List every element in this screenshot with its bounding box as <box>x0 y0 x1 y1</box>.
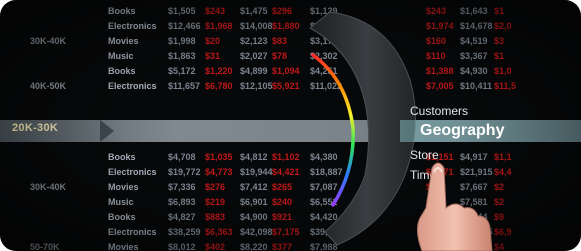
value-cell: $1,505 <box>168 6 196 16</box>
value-cell: $402 <box>205 242 226 251</box>
value-cell: $20 <box>205 36 221 46</box>
pointing-finger-icon <box>390 150 510 251</box>
income-range-label: 30K-40K <box>30 36 67 46</box>
income-range-label: 40K-50K <box>30 81 67 91</box>
category-cell: Electronics <box>108 81 157 91</box>
category-cell: Movies <box>108 242 139 251</box>
income-range-label: 50-70K <box>30 242 60 251</box>
value-cell: $1,863 <box>168 51 196 61</box>
value-cell: $1,035 <box>205 152 233 162</box>
value-cell: $1 <box>494 6 505 16</box>
category-cell: Books <box>108 212 136 222</box>
category-cell: Electronics <box>108 21 157 31</box>
value-cell: $276 <box>205 182 226 192</box>
category-cell: Movies <box>108 182 139 192</box>
value-cell: $4,773 <box>205 167 233 177</box>
selected-row-label: 20K-30K <box>12 122 59 134</box>
value-cell: $3,367 <box>460 51 488 61</box>
value-cell: $5,172 <box>168 66 196 76</box>
value-cell: $1 <box>494 51 505 61</box>
value-cell: $4,827 <box>168 212 196 222</box>
value-cell: $1,643 <box>460 6 488 16</box>
income-range-label: 30K-40K <box>30 182 67 192</box>
value-cell: $19,772 <box>168 167 201 177</box>
value-cell: $1,998 <box>168 36 196 46</box>
menu-item-customers[interactable]: Customers <box>410 104 468 118</box>
category-cell: Books <box>108 6 136 16</box>
category-cell: Electronics <box>108 227 157 237</box>
value-cell: $6,780 <box>205 81 233 91</box>
value-cell: $11,657 <box>168 81 201 91</box>
touch-pivot-screen: Books $1,505 $243 $1,475 $296 $1,129 $243 $1,64… <box>0 0 581 251</box>
value-cell: $4,930 <box>460 66 488 76</box>
value-cell: $3 <box>494 36 505 46</box>
category-cell: Music <box>108 51 134 61</box>
value-cell: $2,0 <box>494 21 512 31</box>
value-cell: $243 <box>205 6 226 16</box>
arc-spectrum-stroke <box>311 53 355 207</box>
menu-item-geography[interactable]: Geography <box>400 120 581 142</box>
value-cell: $7,336 <box>168 182 196 192</box>
selected-row-arrow <box>100 120 114 142</box>
value-cell: $31 <box>205 51 221 61</box>
value-cell: $14,678 <box>460 21 493 31</box>
value-cell: $8,012 <box>168 242 196 251</box>
category-cell: Books <box>108 66 136 76</box>
value-cell: $219 <box>205 197 226 207</box>
value-cell: $38,259 <box>168 227 201 237</box>
category-cell: Music <box>108 197 134 207</box>
category-cell: Books <box>108 152 136 162</box>
value-cell: $883 <box>205 212 226 222</box>
value-cell: $11,5 <box>494 81 517 91</box>
value-cell: $1,968 <box>205 21 233 31</box>
value-cell: $10,411 <box>460 81 493 91</box>
value-cell: $1,220 <box>205 66 233 76</box>
value-cell: $12,466 <box>168 21 201 31</box>
value-cell: $6,363 <box>205 227 233 237</box>
value-cell: $4,519 <box>460 36 488 46</box>
value-cell: $4,708 <box>168 152 196 162</box>
category-cell: Electronics <box>108 167 157 177</box>
value-cell: $1,0 <box>494 66 512 76</box>
value-cell: $6,893 <box>168 197 196 207</box>
category-cell: Movies <box>108 36 139 46</box>
